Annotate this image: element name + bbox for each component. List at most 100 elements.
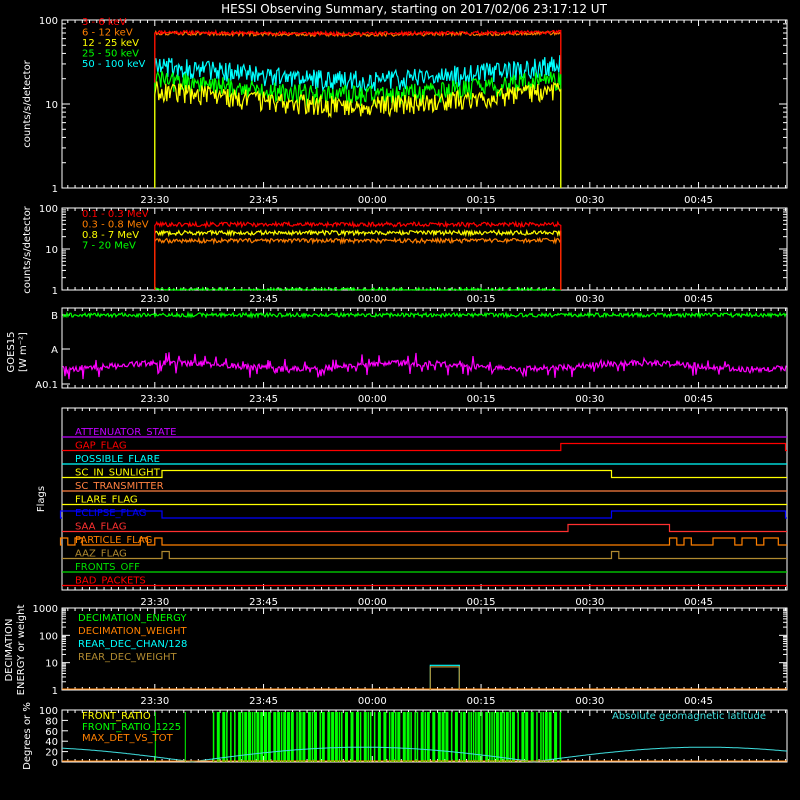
ratio-bar — [468, 712, 470, 762]
panel-goes-ylabel-units: [W m⁻²] — [18, 332, 29, 372]
flag-label: SAA_FLAG — [75, 522, 126, 533]
panel-decimation-ylabel-2: ENERGY or weight — [16, 605, 27, 696]
panel-high-energy-legend-entry: 0.3 - 0.8 MeV — [82, 220, 149, 231]
panel-high-energy-ytick-label: 10 — [45, 245, 58, 256]
ratio-bar — [511, 712, 515, 762]
panel-high-energy-time-label: 00:45 — [684, 294, 713, 305]
ratio-bar — [395, 712, 397, 762]
ratio-bar — [402, 712, 406, 762]
panel-goes-time-label: 00:15 — [467, 394, 496, 405]
ratio-bar — [530, 712, 534, 762]
panel-high-energy-time-label: 00:30 — [575, 294, 604, 305]
panel-goes-ytick-label: A0.1 — [35, 380, 58, 391]
ratio-bar — [283, 712, 287, 762]
panel-low-energy-ylabel: counts/s/detector — [22, 59, 33, 147]
flag-trace — [62, 523, 787, 533]
panel-low-energy-time-label: 23:30 — [140, 195, 169, 206]
ratio-bar — [499, 712, 503, 762]
flag-trace — [62, 442, 787, 452]
ratio-bar — [222, 712, 226, 762]
ratio-bar — [450, 712, 453, 762]
ratio-bar — [548, 712, 552, 762]
panel-low-energy-legend-entry: 3 - 6 keV — [82, 17, 126, 28]
ratio-bar — [493, 712, 496, 762]
panel-decimation-ytick-label: 1 — [52, 686, 58, 697]
panel-low-energy-ytick-label: 10 — [45, 100, 58, 111]
ratio-bar — [495, 712, 499, 762]
flag-label: POSSIBLE_FLARE — [75, 454, 160, 465]
flag-label: ECLIPSE_FLAG — [75, 508, 146, 519]
ratio-bar — [559, 712, 562, 762]
panel-low-energy-ytick-label: 100 — [39, 16, 58, 27]
flag-label: SC_TRANSMITTER — [75, 481, 164, 492]
ratio-bar — [397, 712, 401, 762]
ratio-bar — [334, 712, 338, 762]
panel-goes-ytick-label: B — [51, 311, 58, 322]
ratio-bar — [373, 712, 376, 762]
figure-title: HESSI Observing Summary, starting on 201… — [221, 2, 607, 16]
flag-trace — [59, 537, 787, 546]
ratio-bar — [280, 712, 283, 762]
ratio-bar — [321, 712, 325, 762]
ratio-bar — [536, 712, 538, 762]
panel-decimation-time-label: 23:45 — [249, 696, 278, 707]
ratio-bar — [296, 712, 298, 762]
panel-decimation-ytick-label: 100 — [39, 631, 58, 642]
panel-decimation-time-label: 00:45 — [684, 696, 713, 707]
panel-decimation-time-label: 00:30 — [575, 696, 604, 707]
ratio-bar — [424, 712, 426, 762]
panel-decimation-legend-entry: DECIMATION_WEIGHT — [78, 626, 187, 637]
panel-low-energy-time-label: 00:30 — [575, 195, 604, 206]
panel-low-energy-legend-entry: 12 - 25 keV — [82, 38, 139, 49]
panel-ratio-ytick-label: 0 — [52, 758, 58, 769]
panel-decimation-legend-entry: DECIMATION_ENERGY — [78, 613, 187, 624]
ratio-bar — [302, 712, 306, 762]
panel-ratio-ytick-label: 80 — [45, 716, 58, 727]
hessi-figure: HESSI Observing Summary, starting on 201… — [4, 2, 788, 770]
ratio-bar — [287, 712, 290, 762]
panel-high-energy-ytick-label: 1 — [52, 286, 58, 297]
ratio-bar — [234, 712, 236, 762]
panel-goes-ytick-label: A — [51, 345, 58, 356]
panel-goes-frame — [61, 307, 788, 389]
ratio-bar — [267, 712, 271, 762]
panel-ratio-legend-entry: FRONT_RATIO_1225 — [82, 722, 181, 733]
panel-low-energy-time-label: 00:00 — [358, 195, 387, 206]
series-goes-long — [62, 310, 787, 320]
flag-label: SC_IN_SUNLIGHT — [75, 468, 161, 479]
ratio-bar — [454, 712, 458, 762]
ratio-bar — [540, 712, 542, 762]
panel-flags-time-label: 00:00 — [358, 597, 387, 608]
panel-high-energy-time-label: 23:45 — [249, 294, 278, 305]
flag-label: BAD_PACKETS — [75, 576, 146, 587]
ratio-bar — [544, 712, 548, 762]
panel-goes-time-label: 00:30 — [575, 394, 604, 405]
ratio-bar — [414, 712, 416, 762]
ratio-bar — [363, 712, 367, 762]
panel-ratio-ylabel: Degrees or % — [22, 702, 33, 770]
ratio-bar — [359, 712, 362, 762]
ratio-bar — [367, 712, 370, 762]
ratio-bar — [377, 712, 381, 762]
flag-trace — [62, 550, 787, 560]
ratio-bar — [350, 712, 354, 762]
panel-ratio-ytick-label: 20 — [45, 748, 58, 759]
series-low-energy-3 — [154, 70, 562, 188]
panel-flags-time-label: 00:15 — [467, 597, 496, 608]
panel-decimation-time-label: 00:00 — [358, 696, 387, 707]
ratio-bar — [212, 712, 215, 762]
panel-low-energy-time-label: 00:15 — [467, 195, 496, 206]
panel-goes-time-label: 23:45 — [249, 394, 278, 405]
panel-high-energy-ylabel: counts/s/detector — [22, 205, 33, 293]
series-low-energy-1 — [154, 29, 562, 188]
ratio-bar — [462, 712, 466, 762]
ratio-bar — [256, 712, 260, 762]
flag-label: FRONTS_OFF — [75, 562, 140, 573]
panel-decimation-time-label: 00:15 — [467, 696, 496, 707]
series-decimation-3 — [429, 666, 460, 690]
ratio-bar — [441, 712, 445, 762]
panel-flags-time-label: 00:30 — [575, 597, 604, 608]
ratio-bar — [277, 712, 281, 762]
ratio-bar — [485, 712, 489, 762]
ratio-bar — [311, 712, 314, 762]
